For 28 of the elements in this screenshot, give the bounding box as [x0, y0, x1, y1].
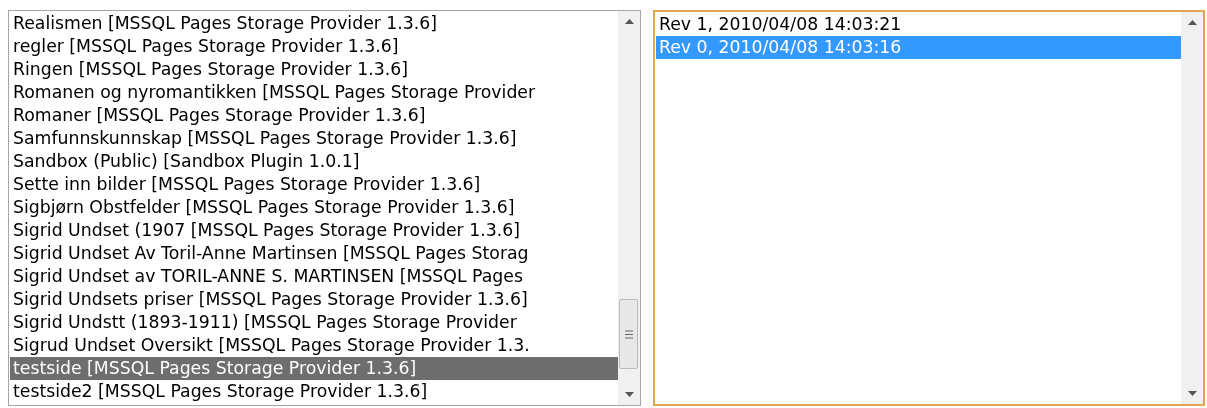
- list-item[interactable]: Romaner [MSSQL Pages Storage Provider 1.3.6]: [10, 104, 618, 127]
- scroll-up-icon[interactable]: [624, 19, 634, 24]
- list-box[interactable]: Rev 1, 2010/04/08 14:03:21 Rev 0, 2010/04/08 14:03:16: [653, 10, 1205, 406]
- list-item[interactable]: testside2 [MSSQL Pages Storage Provider 1.3.6]: [10, 380, 618, 403]
- list-item[interactable]: Sigrid Undset av TORIL-ANNE S. MARTINSEN [MSSQL Pages: [10, 265, 618, 288]
- scrollbar-thumb[interactable]: [619, 299, 638, 369]
- list-item[interactable]: testside [MSSQL Pages Storage Provider 1.3.6]: [10, 357, 618, 380]
- scrollbar[interactable]: [618, 11, 640, 405]
- list-item[interactable]: Ringen [MSSQL Pages Storage Provider 1.3.6]: [10, 58, 618, 81]
- list-item[interactable]: Romanen og nyromantikken [MSSQL Pages Storage Provider: [10, 81, 618, 104]
- list-item[interactable]: Rev 1, 2010/04/08 14:03:21: [656, 13, 1181, 36]
- list-item[interactable]: Sigrid Undstt (1893-1911) [MSSQL Pages Storage Provider: [10, 311, 618, 334]
- scroll-down-icon[interactable]: [624, 392, 634, 397]
- scroll-down-icon[interactable]: [1187, 391, 1197, 396]
- list-item[interactable]: Sandbox (Public) [Sandbox Plugin 1.0.1]: [10, 150, 618, 173]
- list-item[interactable]: Sigrud Undset Oversikt [MSSQL Pages Storage Provider 1.3.: [10, 334, 618, 357]
- list-box[interactable]: [8, 10, 641, 406]
- list-item[interactable]: regler [MSSQL Pages Storage Provider 1.3.6]: [10, 35, 618, 58]
- list-item[interactable]: Realismen [MSSQL Pages Storage Provider 1.3.6]: [10, 12, 618, 35]
- grip-icon: [624, 329, 633, 339]
- scrollbar[interactable]: [1181, 12, 1203, 404]
- list-item[interactable]: Sigrid Undsets priser [MSSQL Pages Storage Provider 1.3.6]: [10, 288, 618, 311]
- list-item[interactable]: Sigrid Undset (1907 [MSSQL Pages Storage Provider 1.3.6]: [10, 219, 618, 242]
- list-item[interactable]: Sette inn bilder [MSSQL Pages Storage Provider 1.3.6]: [10, 173, 618, 196]
- list-item[interactable]: Sigbjørn Obstfelder [MSSQL Pages Storage Provider 1.3.6]: [10, 196, 618, 219]
- list-item[interactable]: Samfunnskunnskap [MSSQL Pages Storage Provider 1.3.6]: [10, 127, 618, 150]
- list-item[interactable]: Sigrid Undset Av Toril-Anne Martinsen [MSSQL Pages Storag: [10, 242, 618, 265]
- scroll-up-icon[interactable]: [1187, 20, 1197, 25]
